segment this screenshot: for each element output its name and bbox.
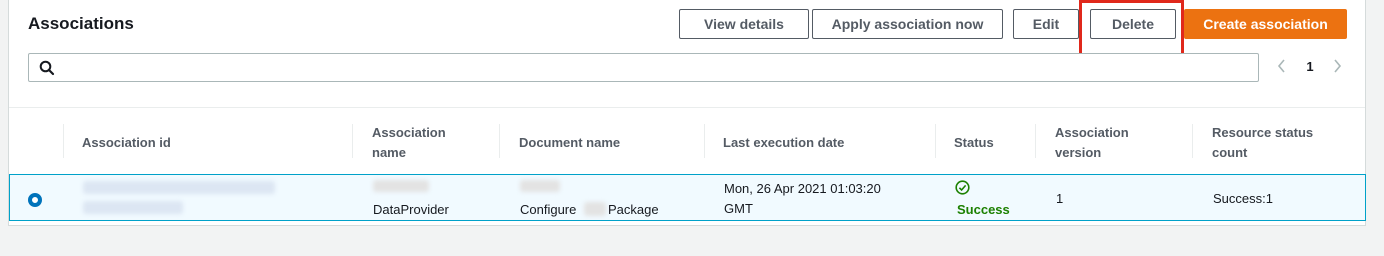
edit-button[interactable]: Edit xyxy=(1013,9,1079,39)
panel-title: Associations xyxy=(28,14,134,33)
apply-association-now-button[interactable]: Apply association now xyxy=(812,9,1003,39)
next-page-button[interactable] xyxy=(1330,55,1344,77)
redacted-association-name-prefix xyxy=(373,180,429,192)
column-separator xyxy=(499,124,500,158)
chevron-left-icon xyxy=(1277,59,1285,73)
column-header-association-id[interactable]: Association id xyxy=(82,122,332,164)
redacted-association-id-line2 xyxy=(83,201,183,214)
resource-status-count-cell: Success:1 xyxy=(1213,191,1273,206)
chevron-right-icon xyxy=(1333,59,1341,73)
column-separator xyxy=(63,124,64,158)
column-separator xyxy=(1035,124,1036,158)
column-separator xyxy=(1192,124,1193,158)
column-header-association-name[interactable]: Association name xyxy=(372,122,472,164)
success-check-icon xyxy=(955,180,970,195)
last-execution-date-line1: Mon, 26 Apr 2021 01:03:20 xyxy=(724,181,881,196)
redacted-document-name-prefix xyxy=(520,180,560,192)
associations-panel: Associations View details Apply associat… xyxy=(8,0,1366,226)
panel-header: Associations View details Apply associat… xyxy=(9,0,1365,108)
column-header-association-version[interactable]: Association version xyxy=(1055,122,1165,164)
document-name-prefix: Configure xyxy=(520,202,577,217)
association-name-cell: DataProvider xyxy=(373,202,449,217)
search-input[interactable] xyxy=(28,53,1259,82)
column-header-resource-status-count[interactable]: Resource status count xyxy=(1212,122,1342,164)
view-details-button[interactable]: View details xyxy=(679,9,809,39)
create-association-button[interactable]: Create association xyxy=(1184,9,1347,39)
column-separator xyxy=(704,124,705,158)
row-select-radio[interactable] xyxy=(28,193,42,207)
table-row[interactable]: DataProvider Configure Package Mon, 26 A… xyxy=(9,174,1366,221)
document-name-suffix: Package xyxy=(608,202,659,217)
column-header-status[interactable]: Status xyxy=(954,122,1034,164)
last-execution-date-line2: GMT xyxy=(724,201,753,216)
association-version-cell: 1 xyxy=(1056,191,1064,206)
redacted-association-id-line1 xyxy=(83,181,275,194)
column-header-document-name[interactable]: Document name xyxy=(519,122,699,164)
column-header-last-execution-date[interactable]: Last execution date xyxy=(723,122,923,164)
previous-page-button[interactable] xyxy=(1274,55,1288,77)
search-icon xyxy=(39,60,55,76)
redacted-document-name-middle xyxy=(584,202,606,216)
column-separator xyxy=(935,124,936,158)
page-number-1[interactable]: 1 xyxy=(1303,55,1317,77)
column-separator xyxy=(352,124,353,158)
delete-highlight-box xyxy=(1079,0,1184,56)
status-badge: Success xyxy=(957,202,1010,217)
